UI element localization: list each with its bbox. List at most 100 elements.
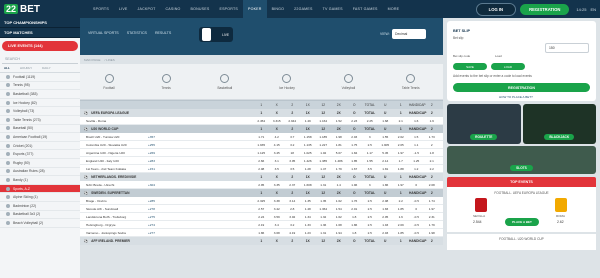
language-selector[interactable]: EN <box>590 7 596 12</box>
odd-cell[interactable]: 1.81 <box>378 167 393 171</box>
odd-cell[interactable]: 1.97 <box>394 151 409 155</box>
more-markets[interactable]: +277 <box>148 231 162 235</box>
odd-cell[interactable]: 2.19 <box>254 223 269 227</box>
odd-cell[interactable]: 1.158 <box>301 135 316 139</box>
odd-cell[interactable]: 2.23 <box>347 119 362 123</box>
match-teams[interactable]: Argentina U20 - Nigeria U20 <box>86 151 148 155</box>
subnav-link[interactable]: VIRTUAL SPORTS <box>88 31 119 35</box>
odds-format-select[interactable]: Decimal <box>392 29 426 39</box>
table-row[interactable]: Sevilla - Roma 2.454 3.315 2.944 1.49 1.164 1.… <box>80 117 443 125</box>
odd-cell[interactable]: 1.6 <box>394 215 409 219</box>
table-row[interactable]: Argentina U20 - Nigeria U20 +269 1.125 3.45… <box>80 149 443 157</box>
nav-item-live[interactable]: LIVE <box>114 0 133 18</box>
subnav-link[interactable]: RESULTS <box>155 31 171 35</box>
odd-cell[interactable]: 1.6 <box>409 119 424 123</box>
odd-cell[interactable]: 1.79 <box>332 167 347 171</box>
odd-cell[interactable]: 3.5 <box>270 167 285 171</box>
odd-cell[interactable]: 2.05 <box>394 143 409 147</box>
odd-cell[interactable]: 3.2 <box>285 223 300 227</box>
nav-item-22games[interactable]: 22GAMES <box>289 0 317 18</box>
odd-cell[interactable]: 1.364 <box>316 207 331 211</box>
match-teams[interactable]: Varnamo - Jonkopings Sodra <box>86 231 148 235</box>
sport-tab-football[interactable]: Football <box>103 73 115 90</box>
team1-odd[interactable]: 2.544 <box>473 220 482 224</box>
odd-cell[interactable]: 2.09 <box>394 223 409 227</box>
save-button[interactable]: SAVE <box>453 63 487 70</box>
how-to-place-link[interactable]: HOW TO PLACE A BET? <box>499 95 533 99</box>
odd-cell[interactable]: 1.385 <box>316 159 331 163</box>
match-teams[interactable]: Helsingborg - Orgryte <box>86 223 148 227</box>
odd-cell[interactable]: 1.2 <box>409 167 424 171</box>
odd-cell[interactable]: 1.85 <box>347 159 362 163</box>
odd-cell[interactable]: 1.94 <box>332 231 347 235</box>
odd-cell[interactable]: 1.135 <box>301 143 316 147</box>
odd-cell[interactable]: 2.31 <box>425 215 440 219</box>
odd-cell[interactable]: 2.5 <box>363 199 378 203</box>
odd-cell[interactable]: 0 <box>409 207 424 211</box>
brand-logo[interactable]: 22 BET <box>0 0 80 18</box>
odd-cell[interactable]: 1.84 <box>347 151 362 155</box>
odd-cell[interactable]: 1.49 <box>301 119 316 123</box>
odd-cell[interactable]: 1.74 <box>425 199 440 203</box>
more-markets[interactable]: +255 <box>148 143 162 147</box>
odd-cell[interactable]: 1.34 <box>301 215 316 219</box>
odd-cell[interactable]: 1.76 <box>347 199 362 203</box>
sidebar-sport-item[interactable]: Volleyball (73) <box>0 107 80 116</box>
sport-tab-ice-hockey[interactable]: Ice Hockey <box>279 73 295 90</box>
sidebar-search-input[interactable]: SEARCH <box>2 55 78 64</box>
sidebar-sport-item[interactable]: Table Tennis (273) <box>0 116 80 125</box>
odd-cell[interactable]: 1.28 <box>301 167 316 171</box>
odd-cell[interactable]: 1.905 <box>378 143 393 147</box>
table-row[interactable]: Landskrona BoIS - Trelleborg +275 2.24 3.59… <box>80 213 443 221</box>
odd-cell[interactable]: 1.86 <box>254 231 269 235</box>
odd-cell[interactable]: 2.325 <box>254 199 269 203</box>
nav-item-jackpot[interactable]: JACKPOT <box>133 0 161 18</box>
odd-cell[interactable]: 2.1 <box>394 119 409 123</box>
odd-cell[interactable]: 4.19 <box>285 231 300 235</box>
odd-cell[interactable]: 2.25 <box>363 119 378 123</box>
sidebar-sport-item[interactable]: Badminton (22) <box>0 202 80 211</box>
more-markets[interactable]: +285 <box>148 199 162 203</box>
sport-tab-tennis[interactable]: Tennis <box>162 73 171 90</box>
odd-cell[interactable]: 1.85 <box>394 231 409 235</box>
odd-cell[interactable]: 1.98 <box>425 231 440 235</box>
odd-cell[interactable]: 3.05 <box>285 159 300 163</box>
odd-cell[interactable]: 1.81 <box>332 143 347 147</box>
odd-cell[interactable]: 2.24 <box>254 215 269 219</box>
odd-cell[interactable]: 1.7 <box>394 159 409 163</box>
odd-cell[interactable]: 1.4 <box>332 183 347 187</box>
odd-cell[interactable]: 2.95 <box>254 183 269 187</box>
odd-cell[interactable]: 2 <box>425 143 440 147</box>
odd-cell[interactable]: 1.35 <box>301 199 316 203</box>
odd-cell[interactable]: 2.08 <box>378 199 393 203</box>
filter-daily[interactable]: DAILY <box>42 66 50 70</box>
nav-item-casino[interactable]: CASINO <box>161 0 186 18</box>
odd-cell[interactable]: 2.02 <box>394 135 409 139</box>
top-matches-header[interactable]: TOP MATCHES <box>0 28 80 38</box>
top-championships-header[interactable]: TOP CHAMPIONSHIPS <box>0 18 80 28</box>
odd-cell[interactable]: 1.48 <box>301 207 316 211</box>
odd-cell[interactable]: 3.2 <box>285 143 300 147</box>
odd-cell[interactable]: 1.86 <box>347 223 362 227</box>
odd-cell[interactable]: 3.59 <box>270 215 285 219</box>
odd-cell[interactable]: 1.31 <box>316 231 331 235</box>
league-header[interactable]: ⚽ UEFA EUROPA LEAGUE 1 X 2 1X 12 2X O TOTAL U 1 HAND… <box>80 109 443 117</box>
odd-cell[interactable]: 1.8 <box>347 231 362 235</box>
odd-cell[interactable]: 1.71 <box>254 135 269 139</box>
stake-input[interactable]: 150 <box>545 43 589 53</box>
table-row[interactable]: Varnamo - Jonkopings Sodra +277 1.86 3.68 4.… <box>80 229 443 237</box>
odd-cell[interactable]: 1.185 <box>316 135 331 139</box>
odd-cell[interactable]: 3.42 <box>270 207 285 211</box>
nav-item-sports[interactable]: SPORTS <box>88 0 114 18</box>
odd-cell[interactable]: 3.4 <box>270 223 285 227</box>
filter-hourly[interactable]: HOURLY <box>20 66 32 70</box>
odd-cell[interactable]: 2.66 <box>254 159 269 163</box>
odd-cell[interactable]: 3.5 <box>285 167 300 171</box>
odd-cell[interactable]: 1.62 <box>332 215 347 219</box>
more-markets[interactable]: +283 <box>148 159 162 163</box>
sidebar-sport-item[interactable]: Football (1119) <box>0 73 80 82</box>
odd-cell[interactable]: 2.944 <box>285 119 300 123</box>
odd-cell[interactable]: 1.88 <box>394 167 409 171</box>
odd-cell[interactable]: 1.35 <box>316 199 331 203</box>
odd-cell[interactable]: 1.935 <box>254 143 269 147</box>
